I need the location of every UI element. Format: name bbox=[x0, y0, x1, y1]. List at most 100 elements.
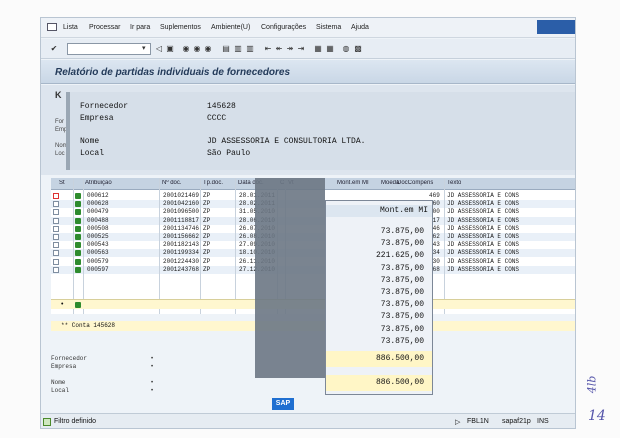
menu-item-ajuda[interactable]: Ajuda bbox=[351, 24, 369, 31]
cell-tpdoc: ZP bbox=[203, 249, 211, 257]
back-arrow-icon[interactable]: ◁ bbox=[154, 44, 164, 54]
session-icon[interactable]: ▦ bbox=[325, 44, 335, 54]
menu-item-ir-para[interactable]: Ir para bbox=[130, 24, 150, 31]
amount-value: 73.875,00 bbox=[380, 263, 424, 273]
command-field[interactable] bbox=[67, 43, 151, 55]
cell-tpdoc: ZP bbox=[203, 200, 211, 208]
row-checkbox[interactable] bbox=[53, 258, 59, 265]
cell-texto: JD ASSESSORIA E CONS bbox=[447, 265, 520, 273]
chevron-down-icon[interactable]: ▾ bbox=[142, 44, 146, 52]
col-mont[interactable]: Mont.em MI bbox=[337, 180, 369, 186]
status-green-icon bbox=[75, 193, 81, 199]
find-next-icon[interactable]: ▥ bbox=[245, 44, 255, 54]
status-green-icon bbox=[75, 242, 81, 249]
cell-texto: JD ASSESSORIA E CONS bbox=[447, 241, 520, 249]
col-atribuicao[interactable]: Atribuição bbox=[85, 180, 112, 186]
cell-ndoc: 2001021469 bbox=[163, 192, 200, 199]
amount-value: 73.875,00 bbox=[380, 275, 424, 285]
cell-ndoc: 2001199334 bbox=[163, 249, 200, 257]
first-page-icon[interactable]: ⇤ bbox=[263, 44, 273, 54]
cell-texto: JD ASSESSORIA E CONS bbox=[447, 233, 520, 240]
cell-atribuicao: 000525 bbox=[87, 233, 109, 240]
status-green-icon bbox=[75, 266, 81, 273]
amount-value: 73.875,00 bbox=[380, 239, 424, 249]
server-label: sapaf21p bbox=[502, 418, 531, 425]
cell-tpdoc: ZP bbox=[203, 208, 211, 216]
title-bar: Relatório de partidas individuais de for… bbox=[41, 60, 575, 84]
cancel-icon[interactable]: ◉ bbox=[203, 44, 213, 54]
nome-label: Nome bbox=[80, 137, 100, 146]
nav-first-icon[interactable]: K bbox=[55, 90, 62, 100]
cell-ndoc: 2001042160 bbox=[163, 200, 200, 208]
menu-item-processar[interactable]: Processar bbox=[89, 24, 121, 31]
cell-ndoc: 2001118817 bbox=[163, 216, 200, 224]
menu-window-icon[interactable] bbox=[47, 23, 57, 31]
sap-logo: SAP bbox=[272, 398, 294, 410]
empresa-label: Empresa bbox=[80, 114, 114, 123]
cell-ndoc: 2001182143 bbox=[163, 241, 200, 249]
amount-value: 73.875,00 bbox=[380, 336, 424, 346]
col-ndoc[interactable]: Nº doc. bbox=[162, 180, 182, 186]
row-checkbox[interactable] bbox=[53, 266, 59, 273]
page-title: Relatório de partidas individuais de for… bbox=[55, 67, 291, 78]
col-texto[interactable]: Texto bbox=[447, 180, 461, 186]
footer-labels: Fornecedor • Empresa • Nome • Local • bbox=[51, 355, 154, 394]
menu-bar: Lista Processar Ir para Suplementos Ambi… bbox=[41, 18, 575, 38]
handwritten-page-number: 14 bbox=[588, 408, 606, 424]
col-tpdoc[interactable]: Tp.doc. bbox=[203, 180, 223, 186]
footer-nome-label: Nome bbox=[51, 379, 66, 386]
cell-texto: JD ASSESSORIA E CONS bbox=[447, 216, 520, 224]
help-icon[interactable]: ◍ bbox=[341, 44, 351, 54]
cell-texto: JD ASSESSORIA E CONS bbox=[447, 208, 520, 216]
cell-tpdoc: ZP bbox=[203, 233, 211, 240]
col-doccompens[interactable]: DocCompens bbox=[397, 180, 433, 186]
row-checkbox[interactable] bbox=[53, 234, 59, 240]
window-controls[interactable] bbox=[537, 20, 575, 34]
amount-value: 221.625,00 bbox=[375, 251, 424, 261]
menu-item-suplementos[interactable]: Suplementos bbox=[160, 24, 201, 31]
col-st[interactable]: St bbox=[59, 180, 65, 186]
cell-atribuicao: 000479 bbox=[87, 208, 109, 216]
play-icon[interactable]: ▷ bbox=[455, 418, 460, 426]
local-label: Local bbox=[80, 149, 105, 158]
status-green-icon bbox=[75, 225, 81, 232]
cell-atribuicao: 000597 bbox=[87, 265, 109, 273]
row-checkbox[interactable] bbox=[53, 225, 59, 232]
amount-value: 73.875,00 bbox=[380, 288, 424, 297]
row-checkbox[interactable] bbox=[53, 242, 59, 249]
cell-texto: JD ASSESSORIA E CONS bbox=[447, 200, 520, 208]
overlay-shadow bbox=[255, 178, 325, 378]
find-icon[interactable]: ▥ bbox=[233, 44, 243, 54]
next-page-icon[interactable]: ↠ bbox=[285, 44, 295, 54]
fornecedor-value: 145628 bbox=[207, 102, 236, 111]
row-checkbox[interactable] bbox=[53, 201, 59, 208]
fornecedor-label: Fornecedor bbox=[80, 102, 129, 111]
cell-atribuicao: 000579 bbox=[87, 257, 109, 265]
status-green-icon bbox=[75, 234, 81, 240]
menu-item-configuracoes[interactable]: Configurações bbox=[261, 24, 306, 31]
back-icon[interactable]: ◉ bbox=[181, 44, 191, 54]
menu-item-sistema[interactable]: Sistema bbox=[316, 24, 341, 31]
row-checkbox[interactable] bbox=[53, 209, 59, 216]
status-green-icon bbox=[75, 217, 81, 224]
exit-icon[interactable]: ◉ bbox=[192, 44, 202, 54]
status-bar: Filtro definido ▷ FBL1N sapaf21p INS bbox=[41, 413, 575, 428]
layout-icon[interactable]: ▦ bbox=[313, 44, 323, 54]
last-page-icon[interactable]: ⇥ bbox=[296, 44, 306, 54]
row-checkbox[interactable] bbox=[53, 217, 59, 224]
amount-total: 886.500,00 bbox=[375, 378, 424, 387]
footer-empresa-label: Empresa bbox=[51, 363, 77, 370]
row-checkbox[interactable] bbox=[53, 193, 59, 199]
save-icon[interactable]: ▣ bbox=[165, 44, 175, 54]
menu-item-ambiente[interactable]: Ambiente(U) bbox=[211, 24, 250, 31]
row-checkbox[interactable] bbox=[53, 250, 59, 257]
enter-check-icon[interactable]: ✔ bbox=[49, 44, 59, 54]
menu-item-lista[interactable]: Lista bbox=[63, 24, 78, 31]
filter-checkbox[interactable] bbox=[43, 418, 51, 426]
prev-page-icon[interactable]: ↞ bbox=[274, 44, 284, 54]
settings-icon[interactable]: ▩ bbox=[353, 44, 363, 54]
amount-subtotal: 886.500,00 bbox=[375, 354, 424, 363]
cell-texto: JD ASSESSORIA E CONS bbox=[447, 192, 520, 199]
print-icon[interactable]: ▤ bbox=[221, 44, 231, 54]
cell-atribuicao: 000543 bbox=[87, 241, 109, 249]
